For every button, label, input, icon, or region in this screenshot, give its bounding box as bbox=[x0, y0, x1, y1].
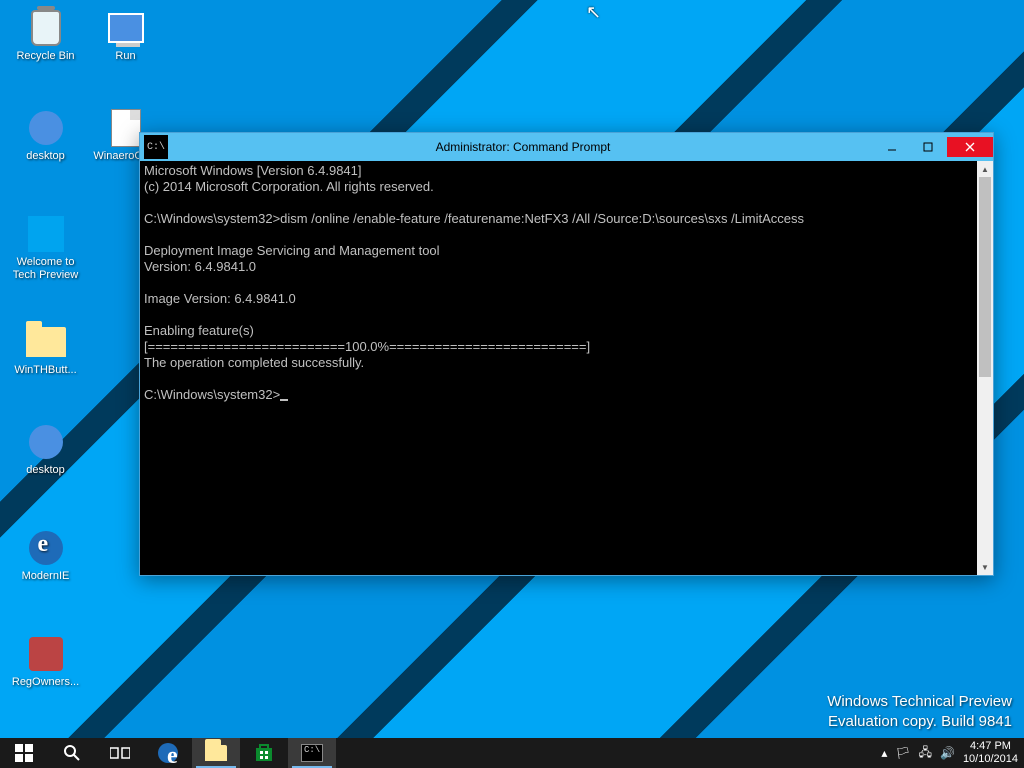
task-view-button[interactable] bbox=[96, 738, 144, 768]
icon-label: desktop bbox=[8, 464, 83, 477]
console-line: C:\Windows\system32>dism /online /enable… bbox=[144, 211, 804, 226]
folder-icon bbox=[26, 327, 66, 357]
taskbar-cmd[interactable]: C:\ bbox=[288, 738, 336, 768]
windows-logo-icon bbox=[28, 216, 64, 252]
console-line: Image Version: 6.4.9841.0 bbox=[144, 291, 296, 306]
watermark-line1: Windows Technical Preview bbox=[827, 692, 1012, 712]
tray-flag-icon[interactable]: 🏳 bbox=[895, 746, 910, 760]
console-line: Deployment Image Servicing and Managemen… bbox=[144, 243, 440, 258]
clock-time: 4:47 PM bbox=[963, 740, 1018, 753]
console-line: [==========================100.0%=======… bbox=[144, 339, 590, 354]
taskbar-clock[interactable]: 4:47 PM 10/10/2014 bbox=[963, 740, 1018, 766]
build-watermark: Windows Technical Preview Evaluation cop… bbox=[827, 692, 1012, 732]
taskbar-store[interactable] bbox=[240, 738, 288, 768]
tray-network-icon[interactable]: 🖧 bbox=[919, 743, 932, 764]
recycle-bin-icon bbox=[31, 10, 61, 46]
scroll-up-arrow-icon[interactable]: ▲ bbox=[977, 161, 993, 177]
desktop-icon-desktop2[interactable]: desktop bbox=[8, 418, 83, 493]
console-prompt: C:\Windows\system32> bbox=[144, 387, 280, 402]
taskbar-spacer bbox=[336, 738, 875, 768]
watermark-line2: Evaluation copy. Build 9841 bbox=[827, 712, 1012, 732]
desktop-icon-run[interactable]: Run bbox=[88, 4, 163, 79]
task-view-icon bbox=[110, 745, 130, 761]
console-line: Enabling feature(s) bbox=[144, 323, 254, 338]
scrollbar[interactable]: ▲ ▼ bbox=[977, 161, 993, 575]
desktop-icon-recycle-bin[interactable]: Recycle Bin bbox=[8, 4, 83, 79]
gear-icon bbox=[29, 111, 63, 145]
clock-date: 10/10/2014 bbox=[963, 753, 1018, 766]
folder-icon bbox=[205, 745, 227, 761]
taskbar: C:\ ▴ 🏳 🖧 🔊 4:47 PM 10/10/2014 bbox=[0, 738, 1024, 768]
desktop-icon-modernie[interactable]: ModernIE bbox=[8, 524, 83, 599]
close-button[interactable] bbox=[947, 137, 993, 157]
ie-icon bbox=[158, 743, 178, 763]
icon-label: ModernIE bbox=[8, 570, 83, 583]
titlebar[interactable]: C:\ Administrator: Command Prompt bbox=[140, 133, 993, 161]
system-tray: ▴ 🏳 🖧 🔊 4:47 PM 10/10/2014 bbox=[875, 738, 1024, 768]
window-title: Administrator: Command Prompt bbox=[172, 140, 874, 154]
search-icon bbox=[63, 744, 81, 762]
maximize-button[interactable] bbox=[911, 137, 945, 157]
text-cursor bbox=[280, 399, 288, 401]
command-prompt-window[interactable]: C:\ Administrator: Command Prompt Micros… bbox=[139, 132, 994, 576]
console-line: Microsoft Windows [Version 6.4.9841] bbox=[144, 163, 362, 178]
desktop-icon-regowners[interactable]: RegOwners... bbox=[8, 630, 83, 705]
icon-label: Run bbox=[88, 50, 163, 63]
scroll-thumb[interactable] bbox=[979, 177, 991, 377]
cmd-icon: C:\ bbox=[301, 744, 323, 762]
icon-label: Recycle Bin bbox=[8, 50, 83, 63]
gear-icon bbox=[29, 425, 63, 459]
desktop-icon-desktop1[interactable]: desktop bbox=[8, 104, 83, 179]
windows-start-icon bbox=[15, 744, 33, 762]
ie-icon bbox=[29, 531, 63, 565]
search-button[interactable] bbox=[48, 738, 96, 768]
minimize-button[interactable] bbox=[875, 137, 909, 157]
start-button[interactable] bbox=[0, 738, 48, 768]
registry-icon bbox=[29, 637, 63, 671]
store-icon bbox=[254, 743, 274, 763]
console-line: The operation completed successfully. bbox=[144, 355, 364, 370]
document-icon bbox=[111, 109, 141, 147]
icon-label: desktop bbox=[8, 150, 83, 163]
desktop-icon-winthbutt[interactable]: WinTHButt... bbox=[8, 318, 83, 393]
tray-volume-icon[interactable]: 🔊 bbox=[940, 746, 955, 760]
console-line: Version: 6.4.9841.0 bbox=[144, 259, 256, 274]
taskbar-ie[interactable] bbox=[144, 738, 192, 768]
tray-chevron-up-icon[interactable]: ▴ bbox=[881, 746, 887, 760]
taskbar-file-explorer[interactable] bbox=[192, 738, 240, 768]
run-icon bbox=[108, 13, 144, 43]
scroll-down-arrow-icon[interactable]: ▼ bbox=[977, 559, 993, 575]
console-output[interactable]: Microsoft Windows [Version 6.4.9841] (c)… bbox=[140, 161, 993, 575]
cmd-icon: C:\ bbox=[144, 135, 168, 159]
icon-label: Welcome to Tech Preview bbox=[8, 256, 83, 282]
desktop-icon-welcome[interactable]: Welcome to Tech Preview bbox=[8, 210, 83, 300]
console-line: (c) 2014 Microsoft Corporation. All righ… bbox=[144, 179, 434, 194]
icon-label: WinTHButt... bbox=[8, 364, 83, 377]
icon-label: RegOwners... bbox=[8, 676, 83, 689]
